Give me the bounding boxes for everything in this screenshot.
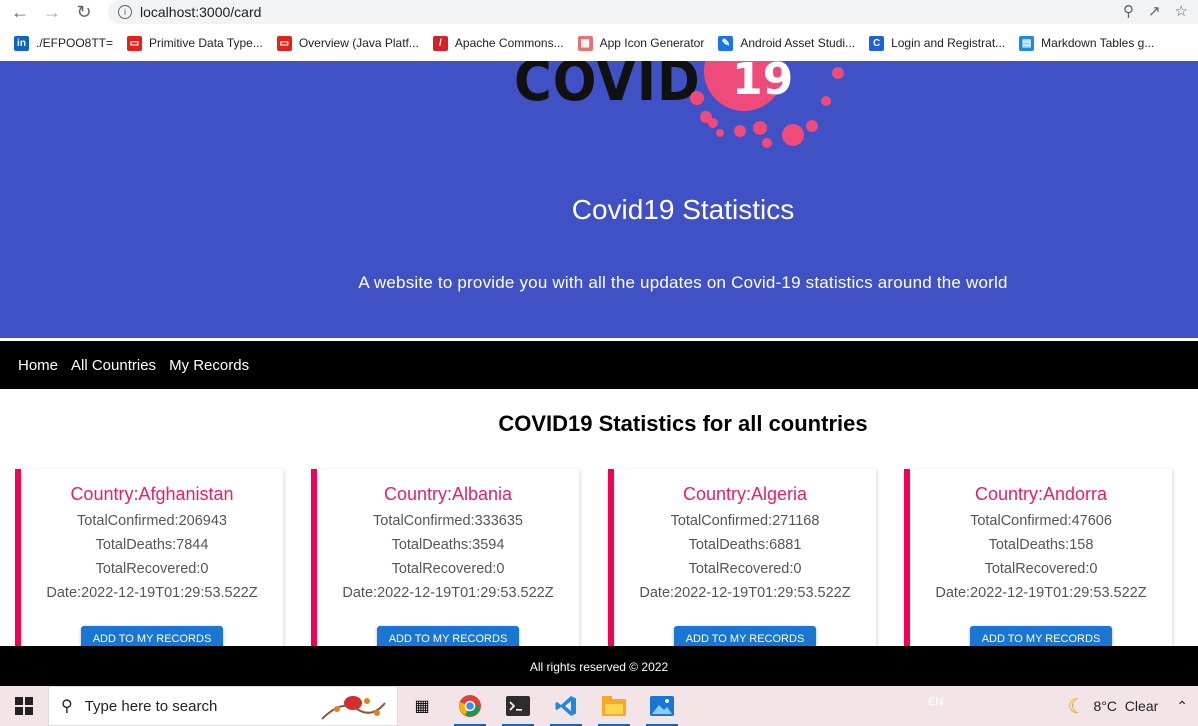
total-deaths: TotalDeaths:3594	[391, 537, 505, 553]
country-card: Country:Andorra TotalConfirmed:47606 Tot…	[904, 469, 1172, 650]
bookmark-item[interactable]: ▭ Primitive Data Type...	[127, 35, 263, 51]
bookmark-item[interactable]: ✎ Android Asset Studi...	[718, 35, 856, 51]
covid-logo-text: COVID	[514, 61, 701, 114]
country-name: Country:Afghanistan	[70, 484, 234, 504]
bookmark-item[interactable]: ▭ Overview (Java Platf...	[276, 35, 419, 51]
url-text[interactable]: localhost:3000/card	[140, 4, 261, 20]
bookmark-label: Markdown Tables g...	[1041, 36, 1155, 50]
moon-weather-icon[interactable]: ☾	[1068, 694, 1086, 719]
stat-date: Date:2022-12-19T01:29:53.522Z	[639, 585, 851, 601]
vscode-taskbar-icon[interactable]	[542, 686, 590, 726]
oracle-icon: ▭	[127, 35, 143, 51]
reload-icon[interactable]: ↻	[72, 0, 96, 24]
windows-taskbar: ⚲ Type here to search ▦ EN ☾ 8°C Clear ⌃	[0, 686, 1198, 726]
country-card: Country:Algeria TotalConfirmed:271168 To…	[608, 469, 876, 650]
section-title: COVID19 Statistics for all countries	[498, 411, 868, 436]
forward-arrow-icon[interactable]: →	[40, 0, 64, 24]
main-navbar: Home All Countries My Records	[0, 341, 1198, 389]
total-recovered: TotalRecovered:0	[688, 561, 802, 577]
taskbar-search-placeholder: Type here to search	[84, 697, 218, 715]
bookmark-item[interactable]: ▦ App Icon Generator	[577, 35, 705, 51]
back-arrow-icon[interactable]: ←	[8, 0, 32, 24]
zoom-icon[interactable]: ⚲	[1123, 2, 1134, 20]
browser-toolbar: ← → ↻ i localhost:3000/card ⚲ ↗ ☆	[0, 0, 1198, 24]
cardinal-bird-icon	[321, 696, 386, 720]
file-explorer-taskbar-icon[interactable]	[590, 686, 638, 726]
stat-date: Date:2022-12-19T01:29:53.522Z	[342, 585, 554, 601]
country-name: Country:Albania	[383, 484, 513, 504]
chevron-up-icon[interactable]: ⌃	[1176, 698, 1188, 715]
total-deaths: TotalDeaths:6881	[688, 537, 802, 553]
total-confirmed: TotalConfirmed:47606	[970, 513, 1112, 529]
language-indicator[interactable]: EN	[928, 696, 943, 708]
bookmarks-bar: in ./EFPOO8TT= ▭ Primitive Data Type... ▭ Ove…	[0, 30, 1198, 56]
windows-start-icon[interactable]	[0, 686, 48, 726]
nav-home-link[interactable]: Home	[18, 357, 58, 374]
total-recovered: TotalRecovered:0	[391, 561, 505, 577]
oracle-icon: ▭	[276, 35, 292, 51]
share-icon[interactable]: ↗	[1148, 2, 1161, 20]
task-view-icon[interactable]: ▦	[398, 686, 446, 726]
country-card-grid: Country:Afghanistan TotalConfirmed:20694…	[15, 469, 1198, 650]
bookmark-item[interactable]: in ./EFPOO8TT=	[14, 35, 114, 51]
bookmark-label: Overview (Java Platf...	[298, 36, 419, 50]
site-info-icon[interactable]: i	[118, 5, 132, 19]
search-icon: ⚲	[61, 698, 73, 715]
terminal-taskbar-icon[interactable]	[494, 686, 542, 726]
weather-text[interactable]: 8°C Clear	[1094, 698, 1159, 714]
total-confirmed: TotalConfirmed:333635	[373, 513, 523, 529]
bookmark-item[interactable]: C Login and Registrat...	[869, 35, 1006, 51]
system-tray: ☾ 8°C Clear ⌃	[1068, 686, 1198, 726]
photos-taskbar-icon[interactable]	[638, 686, 686, 726]
country-card: Country:Afghanistan TotalConfirmed:20694…	[15, 469, 283, 650]
bookmark-label: App Icon Generator	[599, 36, 705, 50]
country-card: Country:Albania TotalConfirmed:333635 To…	[311, 469, 579, 650]
taskbar-search-box[interactable]: ⚲ Type here to search	[48, 686, 398, 726]
country-name: Country:Algeria	[682, 484, 808, 504]
bookmark-item[interactable]: / Apache Commons...	[432, 35, 564, 51]
table-icon: ▤	[1019, 35, 1035, 51]
address-bar[interactable]: i localhost:3000/card ⚲ ↗ ☆	[108, 0, 1198, 24]
chrome-taskbar-icon[interactable]	[446, 686, 494, 726]
apache-feather-icon: /	[432, 35, 448, 51]
grid-icon: ▦	[577, 35, 593, 51]
bookmark-star-icon[interactable]: ☆	[1175, 2, 1188, 20]
total-deaths: TotalDeaths:7844	[95, 537, 209, 553]
country-name: Country:Andorra	[974, 484, 1108, 504]
bookmark-label: ./EFPOO8TT=	[36, 36, 114, 50]
linkedin-icon: in	[14, 35, 29, 51]
bookmark-label: Apache Commons...	[454, 36, 564, 50]
total-confirmed: TotalConfirmed:271168	[670, 513, 820, 529]
hero-title: Covid19 Statistics	[571, 194, 795, 225]
bookmark-label: Login and Registrat...	[891, 36, 1006, 50]
total-confirmed: TotalConfirmed:206943	[77, 513, 227, 529]
nav-my-records-link[interactable]: My Records	[169, 357, 249, 374]
nav-all-countries-link[interactable]: All Countries	[71, 357, 156, 374]
total-recovered: TotalRecovered:0	[984, 561, 1098, 577]
total-recovered: TotalRecovered:0	[95, 561, 209, 577]
bookmark-item[interactable]: ▤ Markdown Tables g...	[1019, 35, 1155, 51]
hero-subtitle: A website to provide you with all the up…	[358, 273, 1008, 292]
total-deaths: TotalDeaths:158	[988, 537, 1094, 553]
c-logo-icon: C	[869, 35, 885, 51]
page-viewport: COVID 19 Covid19 Statistics A website to…	[0, 61, 1198, 686]
stat-date: Date:2022-12-19T01:29:53.522Z	[46, 585, 258, 601]
hero-banner: COVID 19 Covid19 Statistics A website to…	[0, 61, 1198, 338]
covid-logo-number: 19	[732, 61, 793, 105]
stat-date: Date:2022-12-19T01:29:53.522Z	[935, 585, 1147, 601]
bookmark-label: Primitive Data Type...	[149, 36, 263, 50]
android-studio-icon: ✎	[718, 35, 734, 51]
covid-virus-logo-icon: 19	[690, 61, 844, 148]
page-footer: All rights reserved © 2022	[0, 646, 1198, 686]
bookmark-label: Android Asset Studi...	[740, 36, 856, 50]
